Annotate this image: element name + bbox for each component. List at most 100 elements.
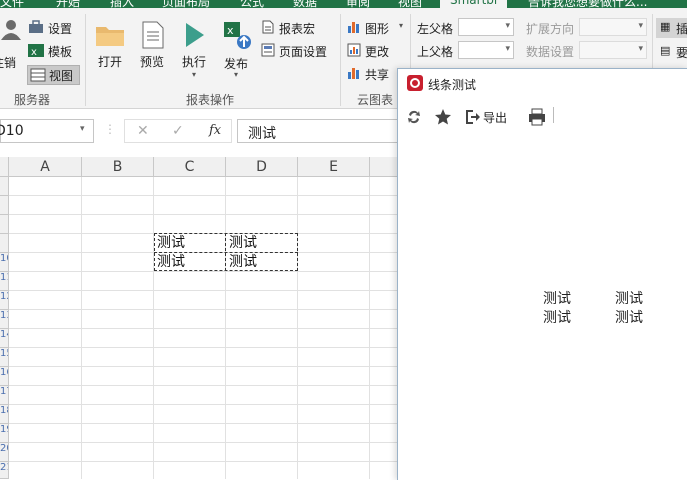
insert-function-icon[interactable]: fx (209, 123, 221, 138)
data-settings-combo[interactable]: ▾ (579, 41, 647, 59)
row-header[interactable]: 16 (0, 367, 9, 386)
select-all-corner[interactable] (0, 157, 9, 177)
logout-label: 注销 (0, 56, 17, 70)
tab-smartbi[interactable]: Smartbi (440, 0, 508, 8)
share-chart-icon (348, 68, 359, 79)
cancel-icon[interactable]: ✕ (137, 123, 149, 139)
grid-line (9, 404, 400, 405)
row-header[interactable] (0, 196, 9, 215)
row-header[interactable] (0, 177, 9, 196)
settings-button[interactable]: 设置 (28, 20, 72, 37)
cell-d10[interactable]: 测试 (226, 253, 297, 271)
favorite-star-icon[interactable] (434, 108, 452, 126)
execute-button[interactable]: 执行 ▾ (180, 20, 214, 92)
top-parent-combo[interactable]: ▾ (458, 41, 514, 59)
publish-button[interactable]: x 发布 ▾ (222, 20, 256, 92)
report-ops-group-label: 报表操作 (186, 93, 235, 107)
require-button-partial[interactable]: ▤ 要 (656, 42, 687, 62)
list-icon: ▤ (660, 44, 671, 57)
row-header[interactable]: 14 (0, 329, 9, 348)
expand-direction-combo[interactable]: ▾ (579, 18, 647, 36)
preview-button[interactable]: 预览 (138, 20, 172, 80)
row-header[interactable] (0, 215, 9, 234)
row-header[interactable]: 13 (0, 310, 9, 329)
cell-c10[interactable]: 测试 (154, 253, 225, 271)
grid-line (9, 442, 400, 443)
chevron-down-icon: ▾ (505, 21, 510, 31)
formula-value: 测试 (248, 126, 276, 142)
left-parent-combo[interactable]: ▾ (458, 18, 514, 36)
publish-dropdown-icon: ▾ (234, 70, 239, 79)
tab-home[interactable]: 开始 (56, 0, 80, 8)
row-header[interactable]: 15 (0, 348, 9, 367)
group-divider (340, 14, 341, 106)
row-header[interactable]: 17 (0, 386, 9, 405)
cell-d9[interactable]: 测试 (226, 234, 297, 252)
share-button[interactable]: 共享 (347, 66, 389, 83)
grid-line (9, 309, 400, 310)
tab-formulas[interactable]: 公式 (240, 0, 264, 8)
user-icon (1, 20, 21, 40)
column-header[interactable] (370, 157, 400, 177)
share-label: 共享 (365, 68, 390, 82)
formula-bar: D10 ▾ ⋮ ✕ ✓ fx 测试 (0, 116, 400, 146)
tab-file[interactable]: 文件 (0, 0, 24, 8)
preview-window: 线条测试 导出 测试 测试 测试 测试 (397, 68, 687, 480)
toolbox-icon (29, 20, 43, 33)
tab-insert[interactable]: 插入 (110, 0, 134, 8)
change-button[interactable]: 更改 (347, 43, 389, 60)
grid-line (9, 366, 400, 367)
view-button[interactable]: 视图 (27, 65, 80, 85)
row-header[interactable]: 21 (0, 462, 9, 479)
grid-line (9, 347, 400, 348)
column-header[interactable]: E (298, 157, 370, 177)
row-header[interactable]: 19 (0, 424, 9, 443)
refresh-icon[interactable] (406, 109, 422, 125)
report-cell: 测试 (615, 310, 643, 326)
row-header[interactable]: 20 (0, 443, 9, 462)
grid-line (9, 290, 400, 291)
tab-review[interactable]: 审阅 (346, 0, 370, 8)
report-macro-button[interactable]: 报表宏 (261, 20, 315, 37)
grid-line (9, 461, 400, 462)
print-icon[interactable] (528, 108, 546, 126)
column-header[interactable]: D (226, 157, 298, 177)
preview-toolbar: 导出 (398, 105, 687, 129)
svg-text:x: x (31, 47, 37, 57)
row-header[interactable]: 11 (0, 272, 9, 291)
tab-view[interactable]: 视图 (398, 0, 422, 8)
tell-me-search[interactable]: 告诉我您想要做什么... (528, 0, 647, 8)
report-cell: 测试 (615, 291, 643, 307)
data-settings-label: 数据设置 (526, 45, 575, 59)
tab-data[interactable]: 数据 (293, 0, 317, 8)
row-header[interactable]: 10 (0, 253, 9, 272)
export-label: 导出 (483, 111, 508, 125)
logout-button[interactable] (0, 18, 22, 43)
column-header[interactable]: A (9, 157, 82, 177)
chevron-down-icon: ▾ (80, 124, 85, 134)
server-group-label: 服务器 (14, 93, 51, 107)
tab-page-layout[interactable]: 页面布局 (162, 0, 210, 8)
page-setup-button[interactable]: 页面设置 (261, 43, 327, 60)
row-header[interactable]: 12 (0, 291, 9, 310)
expand-direction-label: 扩展方向 (526, 22, 575, 36)
macro-icon (262, 20, 274, 34)
ribbon-tab-strip: 文件 开始 插入 页面布局 公式 数据 审阅 视图 Smartbi 告诉我您想要… (0, 0, 687, 8)
chevron-down-icon: ▾ (638, 44, 643, 54)
open-button[interactable]: 打开 (94, 20, 128, 80)
enter-icon[interactable]: ✓ (172, 123, 184, 139)
row-header[interactable] (0, 234, 9, 253)
insert-button-partial[interactable]: ▦ 插 (656, 18, 687, 38)
change-chart-icon (347, 43, 361, 57)
template-button[interactable]: x 模板 (28, 43, 72, 60)
row-header[interactable]: 18 (0, 405, 9, 424)
formula-input[interactable]: 测试 (237, 119, 400, 143)
publish-icon: x (224, 22, 251, 49)
cell-c9[interactable]: 测试 (154, 234, 225, 252)
chart-button[interactable]: 图形 ▾ (347, 20, 403, 37)
column-header[interactable]: B (82, 157, 154, 177)
column-header[interactable]: C (154, 157, 226, 177)
name-box[interactable]: D10 ▾ (0, 119, 94, 143)
grid-line (9, 423, 400, 424)
spreadsheet-grid[interactable]: A B C D E 10 11 12 13 14 15 16 17 18 19 … (0, 157, 400, 479)
